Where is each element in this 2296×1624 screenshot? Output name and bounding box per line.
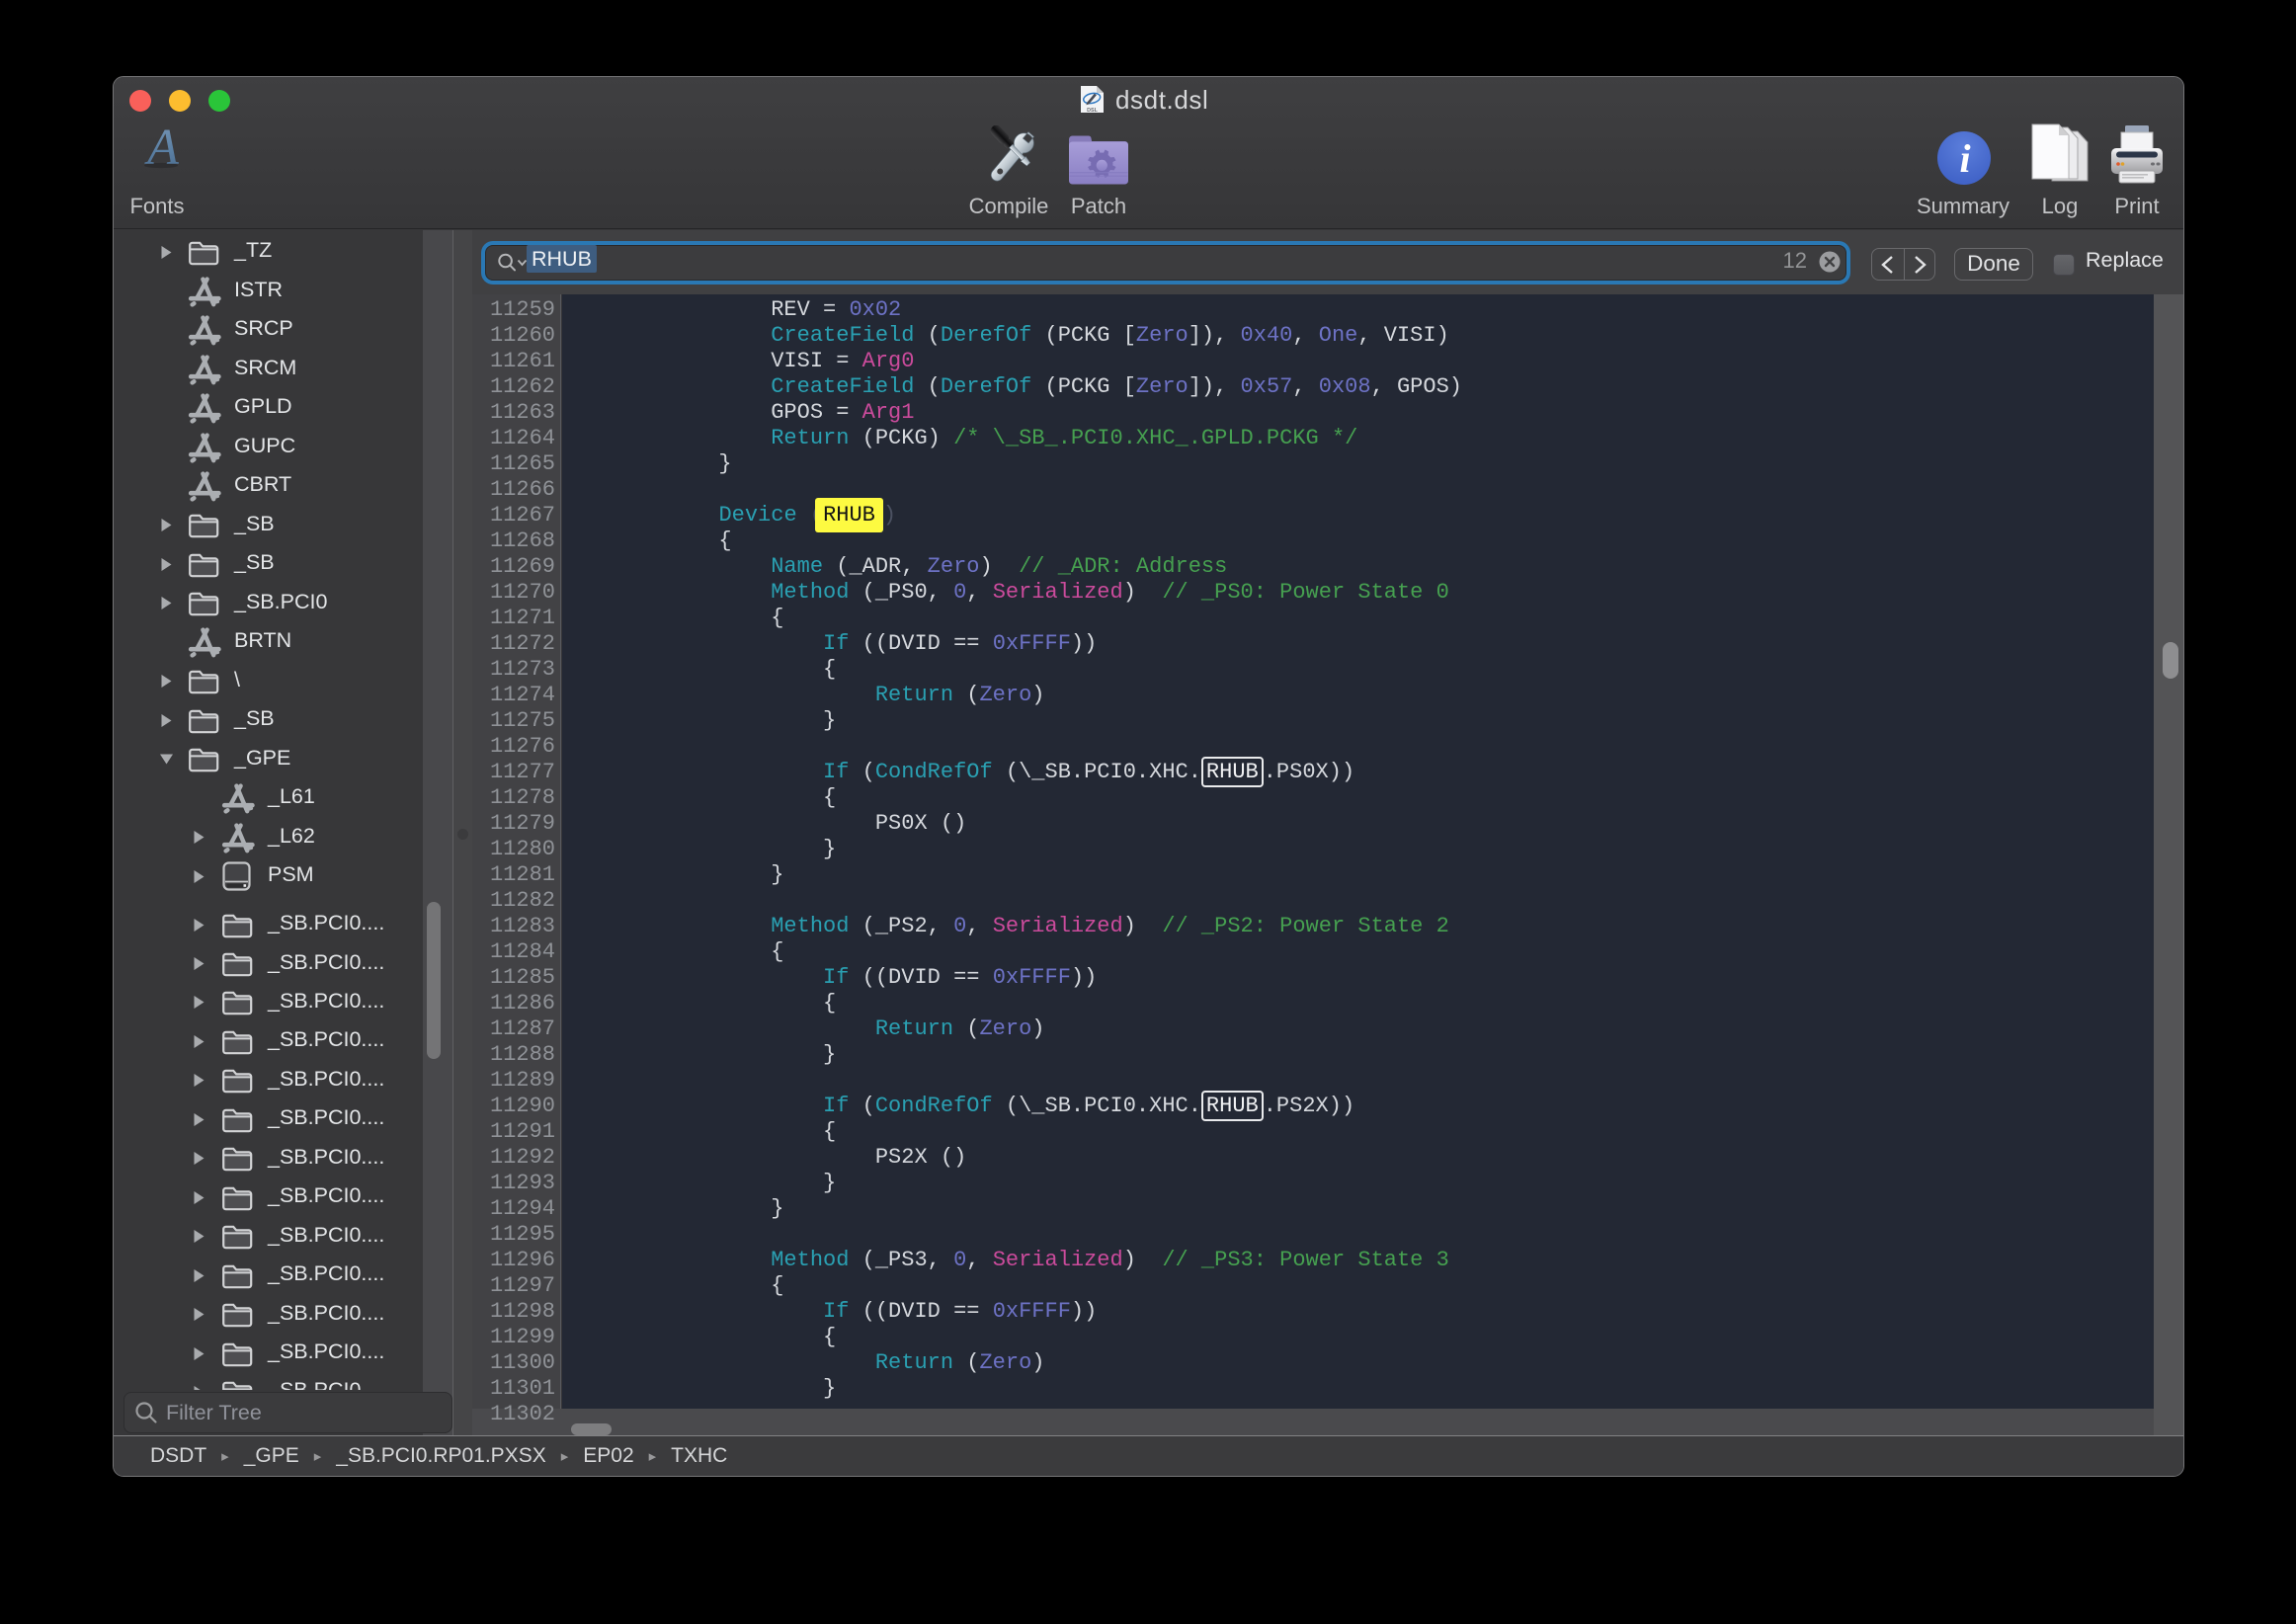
svg-text:DSL: DSL: [1087, 108, 1098, 114]
svg-text:A: A: [144, 121, 179, 170]
svg-text:i: i: [1959, 136, 1970, 181]
